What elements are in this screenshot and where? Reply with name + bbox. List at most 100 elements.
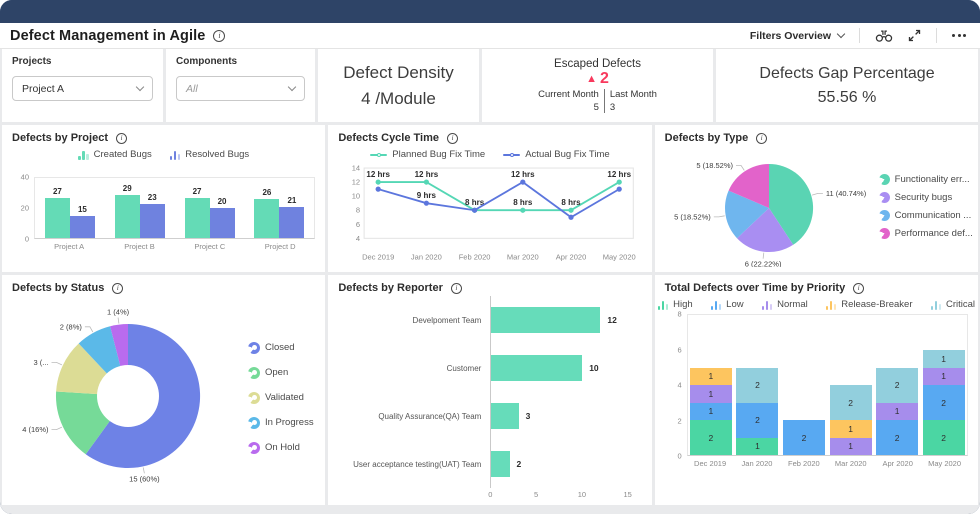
projects-filter-card: Projects Project A (2, 49, 163, 122)
stacked-bar[interactable]: 122 (736, 315, 779, 455)
stacked-bar[interactable]: 112 (829, 315, 872, 455)
expand-icon[interactable] (908, 29, 921, 42)
chart-legend: Planned Bug Fix Time Actual Bug Fix Time (338, 149, 641, 160)
bar[interactable] (491, 355, 583, 381)
binoculars-icon[interactable] (875, 29, 893, 43)
donut-icon (248, 416, 260, 429)
bar[interactable]: 26 (254, 188, 280, 238)
bar-chart-icon (657, 300, 669, 310)
chevron-down-icon (287, 82, 297, 92)
pie-icon (878, 209, 890, 221)
bar[interactable]: 23 (139, 193, 165, 238)
legend-item[interactable]: Actual Bug Fix Time (503, 149, 610, 160)
components-filter-card: Components All (166, 49, 315, 122)
bar-row: User acceptance testing(UAT) Team 2 (338, 440, 641, 488)
chart-title: Total Defects over Time by Priority (664, 282, 846, 294)
legend-item[interactable]: Resolved Bugs (169, 149, 249, 160)
line-chart: 4 6 8 10 12 14 Dec 2019 Jan 2020 Feb 2020 Mar 202… (338, 162, 641, 268)
current-month-value: 5 (593, 102, 599, 113)
chart-title: Defects Cycle Time (338, 132, 440, 144)
legend-item[interactable]: Validated (248, 391, 314, 404)
bar[interactable]: 29 (114, 184, 140, 238)
bar-row: Develpoment Team 12 (338, 296, 641, 344)
components-filter-label: Components (176, 56, 238, 67)
bar-row: Quality Assurance(QA) Team 3 (338, 392, 641, 440)
svg-text:9 hrs: 9 hrs (417, 191, 437, 200)
dashboard-window: Defect Management in Agile i Filters Ove… (0, 0, 980, 514)
projects-select[interactable]: Project A (12, 76, 153, 101)
pie-icon (878, 173, 890, 185)
legend-item[interactable]: Closed (248, 341, 314, 354)
donut-icon (248, 366, 260, 379)
chart-title: Defects by Project (12, 132, 108, 144)
svg-text:8 hrs: 8 hrs (514, 198, 534, 207)
info-icon[interactable]: i (112, 282, 124, 294)
stacked-bar[interactable]: 2111 (689, 315, 732, 455)
bar[interactable]: 27 (184, 187, 210, 238)
bar-chart-icon (169, 150, 181, 160)
donut-plot: 15 (60%) 4 (16%) 3 (... 2 (8%) 1 (4%) (22, 307, 201, 483)
legend-item[interactable]: Low (710, 299, 744, 310)
stacked-bar[interactable]: 2 (783, 315, 826, 455)
divider (936, 28, 937, 43)
svg-text:Mar 2020: Mar 2020 (507, 252, 539, 261)
projects-select-value: Project A (22, 82, 65, 95)
svg-text:12: 12 (352, 178, 360, 187)
legend-item[interactable]: Functionality err... (878, 173, 970, 185)
pie-icon (878, 227, 890, 239)
legend-item[interactable]: In Progress (248, 416, 314, 429)
chart-legend: Created Bugs Resolved Bugs (12, 149, 315, 160)
increase-triangle-icon: ▲ (586, 72, 597, 85)
bar[interactable] (491, 451, 510, 477)
page-title: Defect Management in Agile (10, 27, 206, 44)
legend-item[interactable]: On Hold (248, 441, 314, 454)
chart-card-defects-by-status: Defects by Status i 15 (60%) 4 (16%) 3 (..… (2, 275, 326, 505)
chart-card-defects-cycle-time: Defects Cycle Time i Planned Bug Fix Tim… (328, 125, 652, 272)
legend-item[interactable]: Communication ... (878, 209, 971, 221)
kpi-escaped-defects: Escaped Defects ▲ 2 Current Month 5 Last… (482, 49, 713, 122)
bar[interactable]: 21 (279, 196, 305, 238)
donut-icon (248, 441, 260, 454)
components-select[interactable]: All (176, 76, 305, 101)
titlebar: Defect Management in Agile i Filters Ove… (0, 23, 980, 49)
info-icon[interactable]: i (450, 282, 462, 294)
more-options-icon[interactable] (952, 34, 966, 37)
svg-text:8 hrs: 8 hrs (562, 198, 582, 207)
bar[interactable] (491, 403, 519, 429)
info-icon[interactable]: i (213, 29, 226, 42)
bar[interactable]: 20 (209, 197, 235, 238)
legend-item[interactable]: Critical (930, 299, 975, 310)
legend-item[interactable]: Planned Bug Fix Time (370, 149, 485, 160)
svg-text:12 hrs: 12 hrs (608, 170, 632, 179)
donut-icon (248, 341, 260, 354)
stacked-bar[interactable]: 212 (876, 315, 919, 455)
legend-item[interactable]: Open (248, 366, 314, 379)
svg-text:Apr 2020: Apr 2020 (556, 252, 587, 261)
svg-text:Feb 2020: Feb 2020 (459, 252, 491, 261)
bar[interactable] (491, 307, 601, 333)
kpi-value: 4 /Module (361, 88, 436, 108)
chart-title: Defects by Reporter (338, 282, 443, 294)
info-icon[interactable]: i (115, 132, 127, 144)
bar[interactable]: 15 (69, 205, 95, 238)
svg-text:8: 8 (356, 206, 360, 215)
info-icon[interactable]: i (853, 282, 865, 294)
info-icon[interactable]: i (447, 132, 459, 144)
bar[interactable]: 27 (44, 187, 70, 238)
donut-chart-area: 15 (60%) 4 (16%) 3 (... 2 (8%) 1 (4%) Closed O… (12, 294, 315, 501)
stacked-bar[interactable]: 2211 (922, 315, 965, 455)
chevron-down-icon (836, 29, 846, 39)
legend-item[interactable]: Security bugs (878, 191, 968, 203)
legend-item[interactable]: Release-Breaker (825, 299, 913, 310)
legend-item[interactable]: Normal (761, 299, 808, 310)
legend-item[interactable]: Created Bugs (78, 149, 152, 160)
info-icon[interactable]: i (756, 132, 768, 144)
svg-text:May 2020: May 2020 (603, 252, 636, 261)
bar-row: Customer 10 (338, 344, 641, 392)
svg-text:2 (8%): 2 (8%) (60, 322, 83, 331)
last-month-label: Last Month (609, 89, 657, 100)
legend-item[interactable]: High (657, 299, 693, 310)
filters-overview-button[interactable]: Filters Overview (750, 29, 846, 42)
legend-item[interactable]: Performance def... (878, 227, 973, 239)
window-topbar (0, 0, 980, 23)
